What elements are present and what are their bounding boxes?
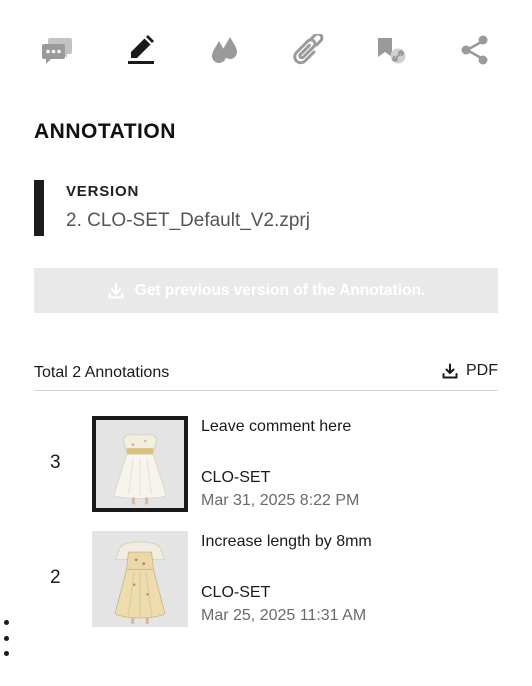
comments-tool-button[interactable] bbox=[34, 30, 80, 70]
annotation-thumbnail[interactable] bbox=[92, 531, 188, 627]
panel-title: ANNOTATION bbox=[34, 120, 176, 143]
vertical-more-icon bbox=[3, 620, 9, 625]
annotations-summary-row: Total 2 Annotations PDF bbox=[34, 360, 498, 391]
share-tool-button[interactable] bbox=[452, 30, 498, 70]
annotation-date: Mar 31, 2025 8:22 PM bbox=[201, 492, 360, 509]
get-previous-version-button[interactable]: Get previous version of the Annotation. bbox=[34, 268, 498, 313]
version-label: VERSION bbox=[66, 183, 140, 200]
download-icon bbox=[107, 282, 125, 300]
get-previous-version-label: Get previous version of the Annotation. bbox=[134, 281, 426, 299]
pdf-label: PDF bbox=[466, 362, 498, 379]
vertical-more-icon bbox=[3, 635, 9, 641]
annotation-author: CLO-SET bbox=[201, 469, 271, 486]
download-icon bbox=[442, 363, 458, 379]
attachment-clip-icon bbox=[293, 34, 324, 65]
version-accent-bar bbox=[34, 180, 44, 236]
total-annotations-label: Total 2 Annotations bbox=[34, 364, 170, 381]
toolbar bbox=[34, 30, 498, 70]
annotation-comment: Increase length by 8mm bbox=[201, 533, 372, 550]
annotation-pen-icon bbox=[127, 35, 154, 64]
export-pdf-button[interactable]: PDF bbox=[442, 362, 498, 380]
version-value: 2. CLO-SET_Default_V2.zprj bbox=[66, 210, 310, 231]
bookmark-link-tool-button[interactable] bbox=[368, 30, 414, 70]
version-block: VERSION 2. CLO-SET_Default_V2.zprj bbox=[34, 180, 498, 236]
annotation-number: 2 bbox=[50, 567, 61, 588]
dress-thumbnail-image bbox=[92, 531, 188, 627]
more-options-button[interactable] bbox=[0, 620, 12, 656]
vertical-more-icon bbox=[3, 651, 9, 656]
annotation-date: Mar 25, 2025 11:31 AM bbox=[201, 607, 367, 624]
annotation-author: CLO-SET bbox=[201, 584, 271, 601]
attachment-tool-button[interactable] bbox=[285, 30, 331, 70]
annotation-thumbnail[interactable] bbox=[92, 416, 188, 512]
color-tool-button[interactable] bbox=[201, 30, 247, 70]
annotation-item[interactable]: 3 Leave comment here CLO-SET Mar 31, 202… bbox=[34, 416, 498, 512]
annotation-item[interactable]: 2 Increase length by 8mm CLO-SET Mar 25,… bbox=[34, 531, 498, 627]
annotation-comment: Leave comment here bbox=[201, 418, 352, 435]
comments-icon bbox=[42, 38, 72, 64]
annotation-number: 3 bbox=[50, 452, 61, 473]
color-drops-icon bbox=[212, 37, 238, 63]
bookmark-link-icon bbox=[378, 38, 406, 64]
dress-thumbnail-image bbox=[96, 420, 184, 508]
annotation-tool-button[interactable] bbox=[118, 30, 164, 70]
share-icon bbox=[461, 35, 488, 65]
